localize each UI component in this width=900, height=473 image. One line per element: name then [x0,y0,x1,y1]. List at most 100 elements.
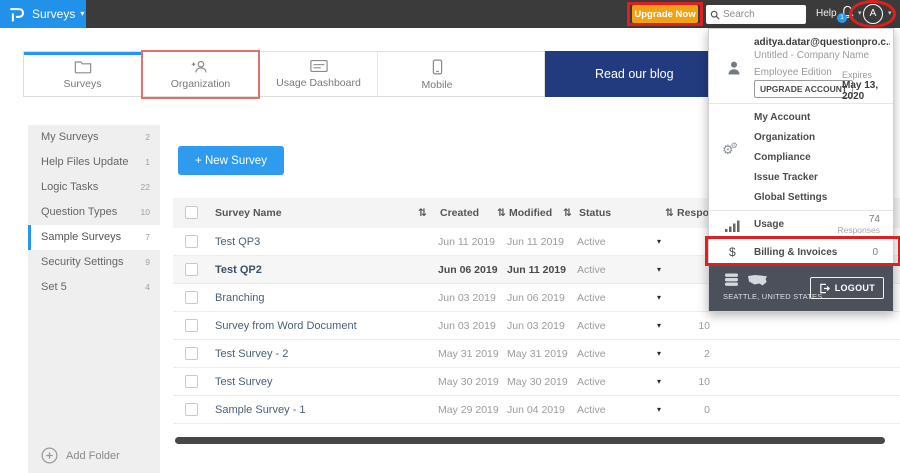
status-label: Active [577,292,606,304]
table-row: Test Survey May 30 2019 May 30 2019 Acti… [173,368,900,396]
header-status[interactable]: Status [579,207,611,219]
search-input[interactable] [723,9,795,20]
tab-label: Mobile [421,79,453,91]
add-folder-button[interactable]: Add Folder [41,447,120,464]
logout-icon [819,283,830,293]
billing-row[interactable]: $ Billing & Invoices 0 [709,240,893,266]
gears-icon: ⚙⚙ [722,141,738,158]
row-actions-caret[interactable]: ▾ [651,368,667,396]
product-label: Surveys [32,7,76,21]
notifications-bell[interactable]: 1 [837,5,855,23]
row-checkbox[interactable] [185,375,198,388]
search-icon [710,10,720,20]
row-checkbox[interactable] [185,403,198,416]
folders-sidebar: My Surveys 2 Help Files Update 1 Logic T… [28,125,160,473]
header-survey-name[interactable]: Survey Name [215,207,282,219]
sidebar-item-logic-tasks[interactable]: Logic Tasks 22 [28,175,160,200]
sidebar-item-count: 2 [145,132,150,142]
survey-name-link[interactable]: Test Survey [215,368,272,396]
tab-usage-dashboard[interactable]: Usage Dashboard [260,52,378,96]
chevron-down-icon[interactable]: ▾ [858,10,862,17]
row-checkbox[interactable] [185,263,198,276]
tab-mobile[interactable]: Mobile [378,52,496,96]
header-modified[interactable]: Modified [509,207,552,219]
created-date: Jun 06 2019 [438,264,498,276]
menu-item-global-settings[interactable]: Global Settings [709,188,893,208]
sidebar-item-my-surveys[interactable]: My Surveys 2 [28,125,160,150]
survey-name-link[interactable]: Test QP2 [215,256,262,284]
horizontal-scrollbar[interactable] [175,437,885,444]
header-created[interactable]: Created [440,207,479,219]
survey-name-link[interactable]: Test Survey - 2 [215,340,288,368]
expires-date: May 13, 2020 [842,80,879,102]
row-checkbox[interactable] [185,291,198,304]
menu-item-my-account[interactable]: My Account [709,108,893,128]
notification-badge: 1 [837,13,847,23]
row-actions-caret[interactable]: ▾ [651,256,667,284]
usage-unit: Responses [837,225,880,235]
account-menu-list: My Account Organization Compliance Issue… [709,103,893,210]
add-folder-label: Add Folder [66,449,120,462]
row-actions-caret[interactable]: ▾ [651,340,667,368]
tab-label: Surveys [63,78,102,90]
account-dropdown: aditya.datar@questionpro.c... Untitled -… [705,28,900,312]
survey-name-link[interactable]: Test QP3 [215,228,260,256]
search-box [706,5,806,24]
logout-button[interactable]: LOGOUT [809,277,884,299]
status-label: Active [577,348,606,360]
sidebar-item-sample-surveys[interactable]: Sample Surveys 7 [28,225,160,250]
created-date: May 30 2019 [438,376,499,388]
tab-surveys[interactable]: Surveys [24,52,142,96]
sort-icon[interactable]: ⇅ [665,207,674,219]
server-stack-icon [725,273,738,286]
usage-value: 74 [868,214,880,225]
tab-organization[interactable]: Organization [142,52,260,96]
survey-name-link[interactable]: Survey from Word Document [215,312,357,340]
sort-icon[interactable]: ⇅ [497,207,506,219]
row-checkbox[interactable] [185,319,198,332]
row-actions-caret[interactable]: ▾ [651,396,667,424]
sidebar-item-set-5[interactable]: Set 5 4 [28,275,160,300]
upgrade-now-button[interactable]: Upgrade Now [632,5,698,23]
row-actions-caret[interactable]: ▾ [651,312,667,340]
sidebar-item-security-settings[interactable]: Security Settings 9 [28,250,160,275]
new-survey-button[interactable]: + New Survey [178,146,284,175]
status-label: Active [577,264,606,276]
upgrade-account-button[interactable]: UPGRADE ACCOUNT [754,80,854,98]
folder-icon [74,61,91,74]
sidebar-item-question-types[interactable]: Question Types 10 [28,200,160,225]
row-checkbox[interactable] [185,347,198,360]
account-company: Untitled - Company Name [754,50,870,61]
circle-plus-icon [41,447,58,464]
sidebar-item-label: Set 5 [41,281,67,293]
sidebar-item-count: 1 [145,157,150,167]
row-actions-caret[interactable]: ▾ [651,228,667,256]
logout-label: LOGOUT [834,283,875,293]
table-row: Survey from Word Document Jun 03 2019 Ju… [173,312,900,340]
row-actions-caret[interactable]: ▾ [651,284,667,312]
survey-name-link[interactable]: Branching [215,284,265,312]
created-date: Jun 11 2019 [438,236,496,248]
response-count: 0 [704,404,710,416]
account-location: SEATTLE, UNITED STATES [723,292,823,301]
sidebar-item-count: 22 [140,182,150,192]
help-link[interactable]: Help [816,8,837,19]
sidebar-item-help-files-update[interactable]: Help Files Update 1 [28,150,160,175]
row-checkbox[interactable] [185,235,198,248]
modified-date: Jun 06 2019 [507,292,565,304]
menu-item-issue-tracker[interactable]: Issue Tracker [709,168,893,188]
add-user-icon [191,60,207,73]
account-edition: Employee Edition [754,67,832,78]
chevron-down-icon[interactable]: ▾ [888,10,892,17]
sort-icon[interactable]: ⇅ [418,207,427,219]
sort-icon[interactable]: ⇅ [563,207,572,219]
usage-row[interactable]: Usage 74 Responses [709,210,893,240]
response-count: 2 [704,348,710,360]
survey-name-link[interactable]: Sample Survey - 1 [215,396,305,424]
account-avatar[interactable]: A [863,4,883,24]
app-logo-menu[interactable]: Surveys ▾ [0,0,86,28]
sidebar-item-count: 7 [145,232,150,242]
tab-label: Usage Dashboard [276,77,361,89]
modified-date: May 30 2019 [507,376,568,388]
select-all-checkbox[interactable] [185,206,198,219]
